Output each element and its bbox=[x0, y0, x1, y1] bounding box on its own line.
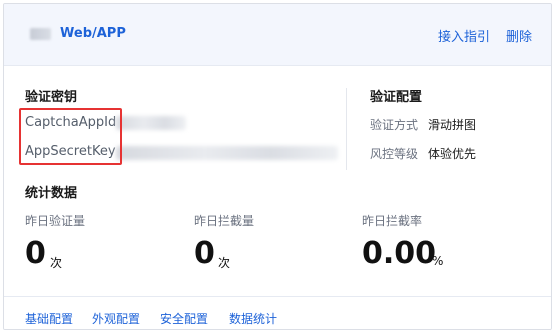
stat-unit-block-rate: % bbox=[432, 254, 444, 268]
stat-unit-block-count: 次 bbox=[218, 256, 231, 270]
risk-level-label: 风控等级 bbox=[370, 147, 419, 161]
keys-section-title: 验证密钥 bbox=[25, 90, 78, 105]
keys-highlight-box bbox=[19, 108, 122, 165]
vertical-divider bbox=[346, 88, 347, 170]
app-card: Web/APP 接入指引 删除 验证密钥 CaptchaAppId AppSec… bbox=[3, 3, 552, 330]
app-name-redacted bbox=[30, 28, 51, 40]
captcha-app-id-value-redacted bbox=[116, 116, 186, 130]
card-footer: 基础配置 外观配置 安全配置 数据统计 bbox=[4, 296, 551, 329]
stat-label-block-rate: 昨日拦截率 bbox=[362, 214, 423, 228]
stat-value-block-rate: 0.00 bbox=[362, 236, 437, 271]
app-secret-key-value-redacted bbox=[116, 146, 338, 160]
stat-value-verify-count: 0 bbox=[25, 236, 46, 271]
config-section-title: 验证配置 bbox=[370, 90, 423, 105]
delete-link[interactable]: 删除 bbox=[506, 26, 532, 45]
card-header: Web/APP 接入指引 删除 bbox=[4, 4, 551, 66]
app-type-label: Web/APP bbox=[60, 26, 126, 41]
stats-section-title: 统计数据 bbox=[25, 186, 78, 201]
verify-mode-label: 验证方式 bbox=[370, 118, 419, 132]
data-stats-link[interactable]: 数据统计 bbox=[229, 310, 277, 327]
stat-unit-verify-count: 次 bbox=[50, 256, 63, 270]
verify-mode-value: 滑动拼图 bbox=[428, 118, 477, 132]
stat-value-block-count: 0 bbox=[194, 236, 215, 271]
risk-level-value: 体验优先 bbox=[428, 147, 477, 161]
stat-label-verify-count: 昨日验证量 bbox=[25, 214, 86, 228]
security-config-link[interactable]: 安全配置 bbox=[160, 310, 208, 327]
access-guide-link[interactable]: 接入指引 bbox=[438, 26, 490, 45]
appearance-config-link[interactable]: 外观配置 bbox=[92, 310, 140, 327]
stat-label-block-count: 昨日拦截量 bbox=[194, 214, 255, 228]
basic-config-link[interactable]: 基础配置 bbox=[25, 310, 73, 327]
